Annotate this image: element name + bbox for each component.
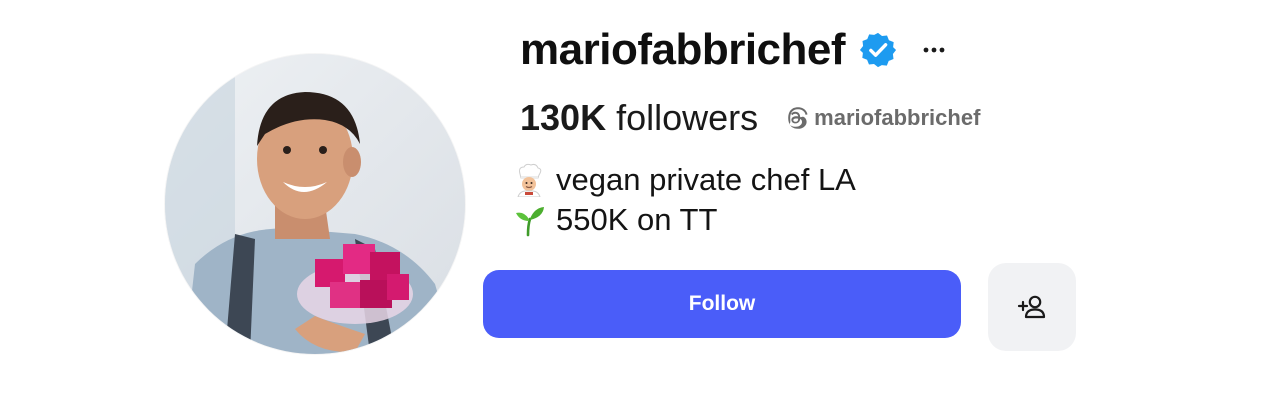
bio-text: 550K on TT xyxy=(556,202,718,237)
chef-emoji-icon xyxy=(512,163,546,197)
threads-icon xyxy=(784,106,808,130)
avatar-photo xyxy=(165,54,465,354)
stats-row: 130K followers mariofabbrichef xyxy=(520,94,980,142)
bio-text: vegan private chef LA xyxy=(556,162,856,197)
bio-line: 550K on TT xyxy=(512,200,856,240)
profile-avatar[interactable] xyxy=(165,54,465,354)
add-friend-button[interactable] xyxy=(988,263,1076,351)
threads-link[interactable]: mariofabbrichef xyxy=(784,105,980,131)
seedling-emoji-icon xyxy=(512,203,546,237)
followers-stat[interactable]: 130K followers xyxy=(520,100,758,136)
follow-button[interactable]: Follow xyxy=(483,270,961,338)
username: mariofabbrichef xyxy=(520,25,846,74)
threads-handle: mariofabbrichef xyxy=(814,105,981,130)
username-row: mariofabbrichef xyxy=(520,22,949,78)
verified-badge-icon xyxy=(859,31,897,69)
bio-line: vegan private chef LA xyxy=(512,160,856,200)
add-person-icon xyxy=(1016,291,1048,323)
followers-label: followers xyxy=(616,97,759,138)
more-options-icon[interactable] xyxy=(919,35,949,65)
followers-count: 130K xyxy=(520,97,607,138)
bio: vegan private chef LA 550K on TT xyxy=(512,160,856,240)
